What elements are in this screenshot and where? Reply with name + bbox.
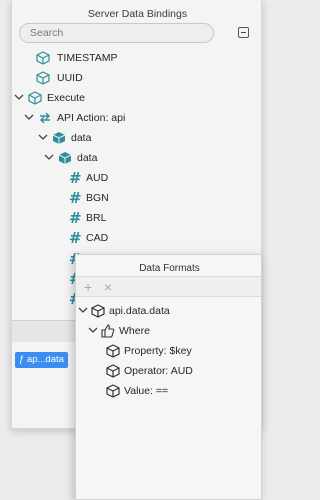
search-input[interactable]: Search (19, 23, 214, 43)
hash-icon: # (69, 229, 82, 247)
format-item-label: Where (119, 325, 150, 337)
tree-item-label: data (77, 152, 98, 164)
panel-title: Server Data Bindings (87, 8, 188, 20)
tree-item-label: BGN (86, 192, 109, 204)
tree-item-label: CAD (86, 232, 109, 244)
sync-arrows-icon (40, 112, 50, 124)
tree-item-label: BRL (86, 212, 107, 224)
cube-outline-icon (106, 384, 120, 398)
format-item-label: Operator: AUD (124, 365, 193, 377)
cube-outline-icon (106, 364, 120, 378)
cube-outline-icon (106, 344, 120, 358)
tree-item-label: data (71, 132, 92, 144)
format-item-label: Property: $key (124, 345, 192, 357)
cube-outline-icon (91, 304, 105, 318)
cube-filled-icon (52, 132, 66, 144)
thumbs-up-icon (101, 324, 115, 338)
tree-item-label: AUD (86, 172, 109, 184)
data-formats-panel: Data Formats + × api.data.data Where Pro… (75, 254, 262, 500)
toolbar: + × (76, 276, 261, 297)
hash-icon: # (69, 189, 82, 207)
tree-item-label: API Action: api (57, 112, 126, 124)
cube-outline-icon (36, 51, 50, 65)
chevron-down-icon[interactable] (38, 132, 48, 142)
chevron-down-icon[interactable] (24, 112, 34, 122)
hash-icon: # (69, 169, 82, 187)
panel-title: Data Formats (139, 263, 200, 274)
formula-chip[interactable]: ƒ ap...data (15, 352, 68, 368)
tree-item-label: Execute (47, 92, 85, 104)
chevron-down-icon[interactable] (78, 305, 88, 315)
tree-item-label: TIMESTAMP (57, 52, 118, 64)
format-item-label: api.data.data (109, 305, 170, 317)
collapse-all-button[interactable] (238, 27, 249, 38)
format-item-label: Value: == (124, 385, 169, 397)
hash-icon: # (69, 209, 82, 227)
add-button[interactable]: + (84, 279, 92, 295)
chevron-down-icon[interactable] (44, 152, 54, 162)
tree-item-label: UUID (57, 72, 83, 84)
chevron-down-icon[interactable] (88, 325, 98, 335)
cube-filled-icon (58, 152, 72, 164)
remove-button[interactable]: × (104, 279, 112, 295)
cube-outline-icon (28, 91, 42, 105)
chevron-down-icon[interactable] (14, 92, 24, 102)
cube-outline-icon (36, 71, 50, 85)
